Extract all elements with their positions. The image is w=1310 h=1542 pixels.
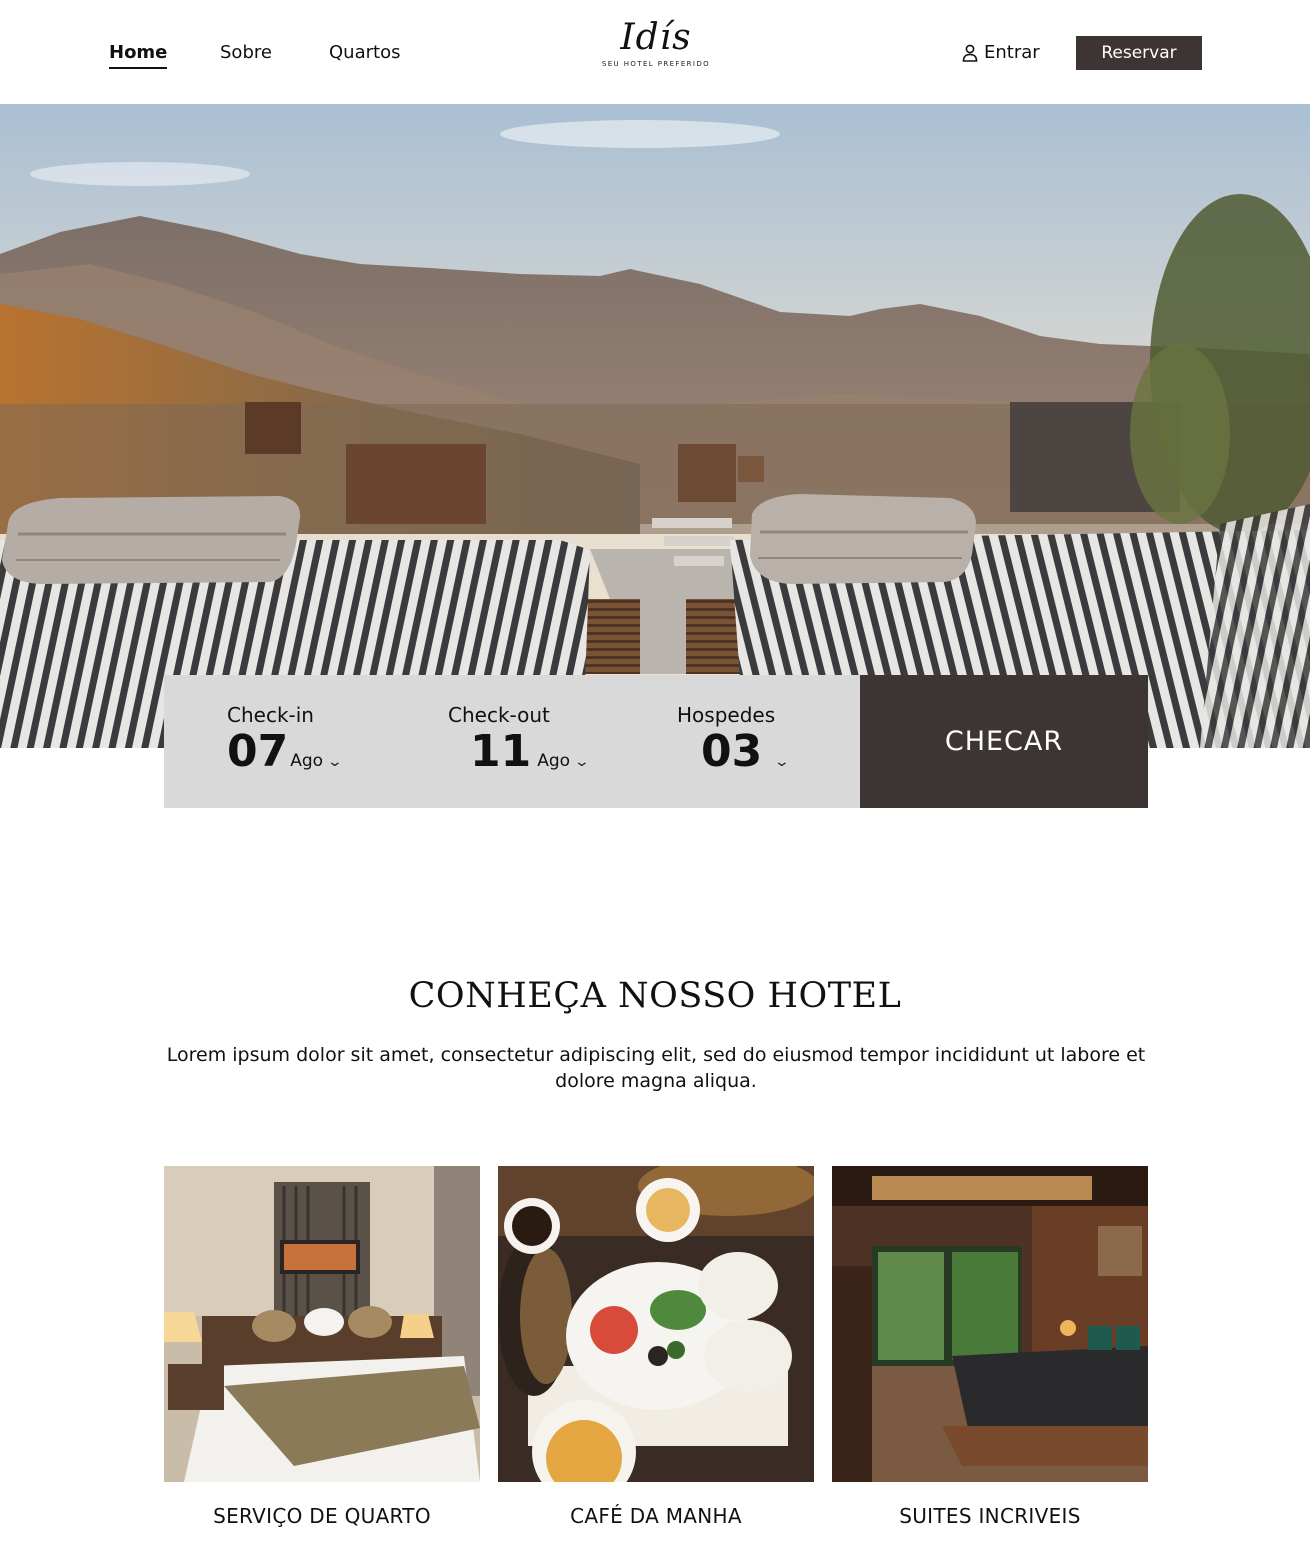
nav-quartos[interactable]: Quartos [329,42,400,63]
guests-count: 03 [701,726,763,777]
reservar-button[interactable]: Reservar [1076,36,1202,70]
login-label: Entrar [984,42,1040,63]
chevron-down-icon[interactable]: ⌄ [327,754,343,770]
user-icon [962,44,978,62]
booking-bar: Check-in 07 Ago ⌄ Check-out 11 Ago ⌄ Hos… [164,675,1148,808]
hero-image [0,104,1310,748]
card-caption: CAFÉ DA MANHA [570,1504,742,1528]
login-link[interactable]: Entrar [962,42,1040,63]
logo-name: Idís [620,17,692,58]
section-description: Lorem ipsum dolor sit amet, consectetur … [166,1044,1146,1092]
chevron-down-icon[interactable]: ⌄ [574,754,590,770]
site-header: Home Sobre Quartos Idís SEU HOTEL PREFER… [0,0,1310,104]
checkout-month: Ago [537,751,571,771]
checkin-month: Ago [290,751,324,771]
site-logo[interactable]: Idís SEU HOTEL PREFERIDO [596,17,716,69]
checkin-label: Check-in [227,703,314,727]
suites-image [832,1166,1148,1482]
guests-field[interactable]: Hospedes 03 ⌄ [677,703,790,777]
breakfast-image [498,1166,814,1482]
checar-button[interactable]: CHECAR [860,675,1148,808]
booking-fields: Check-in 07 Ago ⌄ Check-out 11 Ago ⌄ Hos… [164,675,860,808]
checkout-field[interactable]: Check-out 11 Ago ⌄ [448,703,590,777]
guests-label: Hospedes [677,703,776,727]
checkin-day: 07 [227,726,289,777]
card-suites[interactable]: SUITES INCRIVEIS [832,1166,1148,1528]
card-caption: SERVIÇO DE QUARTO [213,1504,431,1528]
nav-sobre[interactable]: Sobre [220,42,272,63]
logo-tagline: SEU HOTEL PREFERIDO [601,60,711,68]
nav-home[interactable]: Home [109,42,168,69]
room-service-image [164,1166,480,1482]
checkout-day: 11 [470,726,532,777]
card-caption: SUITES INCRIVEIS [899,1504,1081,1528]
checkout-label: Check-out [448,703,550,727]
card-room-service[interactable]: SERVIÇO DE QUARTO [164,1166,480,1528]
section-title: CONHEÇA NOSSO HOTEL [408,976,902,1016]
hero-landscape-illustration [0,104,1310,748]
checkin-field[interactable]: Check-in 07 Ago ⌄ [227,703,343,777]
card-breakfast[interactable]: CAFÉ DA MANHA [498,1166,814,1528]
chevron-down-icon[interactable]: ⌄ [774,754,790,770]
